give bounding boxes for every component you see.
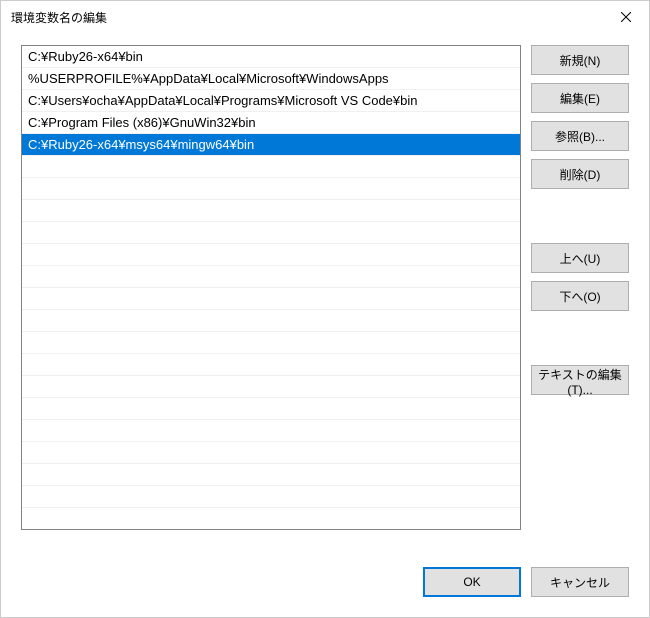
main-row: C:¥Ruby26-x64¥bin%USERPROFILE%¥AppData¥L…	[21, 45, 629, 549]
list-item[interactable]	[22, 156, 520, 178]
bottom-buttons: OK キャンセル	[21, 549, 629, 597]
ok-button[interactable]: OK	[423, 567, 521, 597]
list-item[interactable]	[22, 398, 520, 420]
delete-button[interactable]: 削除(D)	[531, 159, 629, 189]
window-title: 環境変数名の編集	[11, 9, 107, 26]
list-item[interactable]	[22, 310, 520, 332]
dialog-window: 環境変数名の編集 C:¥Ruby26-x64¥bin%USERPROFILE%¥…	[0, 0, 650, 618]
list-item[interactable]	[22, 200, 520, 222]
move-up-button[interactable]: 上へ(U)	[531, 243, 629, 273]
list-item[interactable]	[22, 222, 520, 244]
move-down-button[interactable]: 下へ(O)	[531, 281, 629, 311]
edit-text-button[interactable]: テキストの編集(T)...	[531, 365, 629, 395]
list-item[interactable]	[22, 354, 520, 376]
list-item[interactable]: C:¥Users¥ocha¥AppData¥Local¥Programs¥Mic…	[22, 90, 520, 112]
dialog-content: C:¥Ruby26-x64¥bin%USERPROFILE%¥AppData¥L…	[1, 33, 649, 617]
list-item[interactable]	[22, 266, 520, 288]
list-item[interactable]	[22, 288, 520, 310]
button-sidebar: 新規(N) 編集(E) 参照(B)... 削除(D) 上へ(U) 下へ(O) テ…	[531, 45, 629, 549]
browse-button[interactable]: 参照(B)...	[531, 121, 629, 151]
list-item[interactable]	[22, 486, 520, 508]
list-item[interactable]	[22, 420, 520, 442]
list-item[interactable]	[22, 508, 520, 530]
list-item[interactable]	[22, 244, 520, 266]
list-item[interactable]	[22, 442, 520, 464]
list-item[interactable]: C:¥Ruby26-x64¥msys64¥mingw64¥bin	[22, 134, 520, 156]
list-item[interactable]	[22, 178, 520, 200]
list-item[interactable]	[22, 376, 520, 398]
new-button[interactable]: 新規(N)	[531, 45, 629, 75]
close-icon	[621, 12, 631, 22]
titlebar: 環境変数名の編集	[1, 1, 649, 33]
close-button[interactable]	[603, 1, 649, 33]
cancel-button[interactable]: キャンセル	[531, 567, 629, 597]
path-listbox[interactable]: C:¥Ruby26-x64¥bin%USERPROFILE%¥AppData¥L…	[21, 45, 521, 530]
list-item[interactable]: C:¥Program Files (x86)¥GnuWin32¥bin	[22, 112, 520, 134]
list-item[interactable]	[22, 464, 520, 486]
list-item[interactable]: %USERPROFILE%¥AppData¥Local¥Microsoft¥Wi…	[22, 68, 520, 90]
edit-button[interactable]: 編集(E)	[531, 83, 629, 113]
list-item[interactable]: C:¥Ruby26-x64¥bin	[22, 46, 520, 68]
list-item[interactable]	[22, 332, 520, 354]
